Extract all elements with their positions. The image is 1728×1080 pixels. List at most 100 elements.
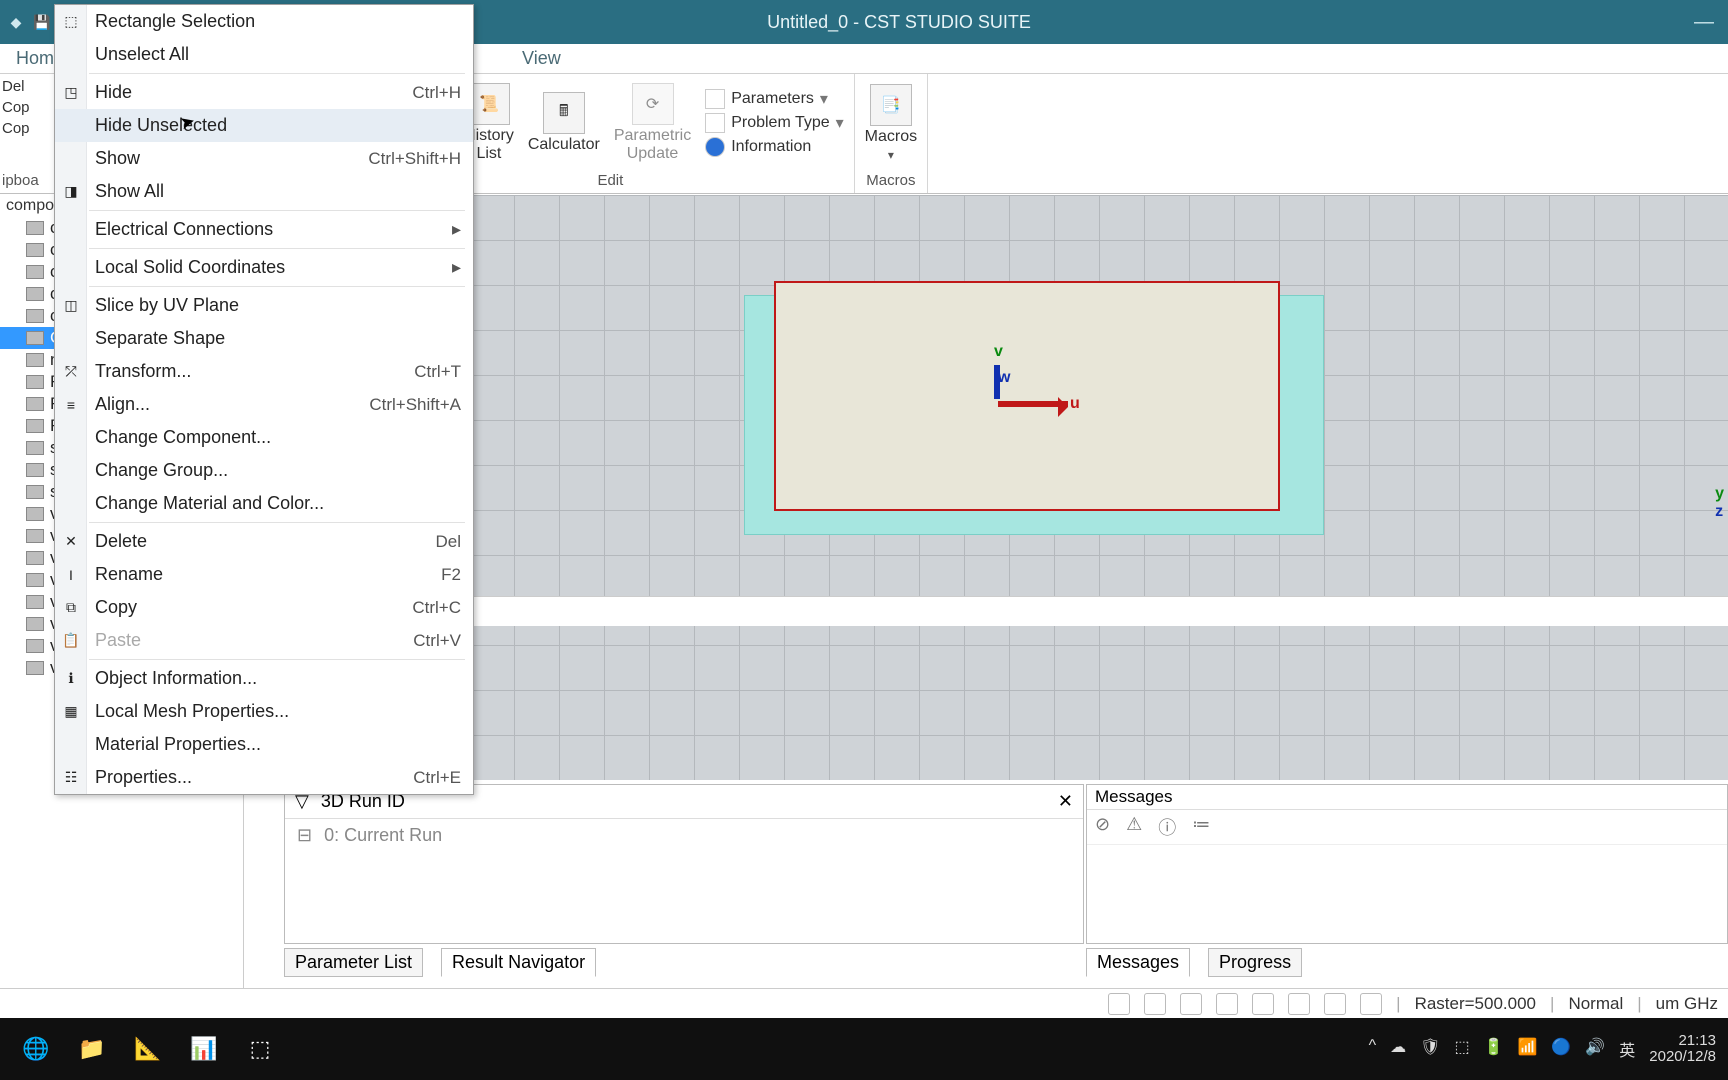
tray-icon[interactable]: ^ bbox=[1369, 1037, 1377, 1061]
menu-item-label: Hide bbox=[95, 82, 132, 103]
menu-item[interactable]: Material Properties... bbox=[55, 728, 473, 761]
menu-item[interactable]: ◫Slice by UV Plane bbox=[55, 289, 473, 322]
raster-value: Raster=500.000 bbox=[1415, 994, 1536, 1014]
snap-icon[interactable] bbox=[1288, 993, 1310, 1015]
tab-parameter-list[interactable]: Parameter List bbox=[284, 948, 423, 977]
macros-button[interactable]: 📑Macros▾ bbox=[865, 84, 917, 162]
menu-item[interactable]: ▦Local Mesh Properties... bbox=[55, 695, 473, 728]
zoom-icon[interactable] bbox=[1216, 993, 1238, 1015]
warning-filter-icon[interactable]: ⚠ bbox=[1126, 814, 1142, 840]
qat-save-icon[interactable]: 💾 bbox=[32, 12, 52, 32]
menu-item-label: Object Information... bbox=[95, 668, 257, 689]
reset-view-icon[interactable] bbox=[1252, 993, 1274, 1015]
cube-icon bbox=[26, 331, 44, 345]
calculator-icon: 🖩 bbox=[543, 92, 585, 134]
copy-label[interactable]: Cop bbox=[2, 99, 52, 116]
menu-item[interactable]: Electrical Connections ▸ bbox=[55, 213, 473, 246]
menu-item-icon: ◨ bbox=[61, 182, 81, 202]
tray-icon[interactable]: 🔵 bbox=[1551, 1037, 1571, 1061]
wireframe-icon[interactable] bbox=[1324, 993, 1346, 1015]
scroll-icon[interactable]: ≔ bbox=[1192, 814, 1210, 840]
delete-label[interactable]: Del bbox=[2, 78, 52, 95]
taskbar-clock[interactable]: 21:13 2020/12/8 bbox=[1649, 1033, 1720, 1066]
menu-item[interactable]: Local Solid Coordinates▸ bbox=[55, 251, 473, 284]
context-menu: ⬚Rectangle SelectionUnselect All◳HideCtr… bbox=[54, 4, 474, 795]
menu-item[interactable]: IRenameF2 bbox=[55, 558, 473, 591]
tab-home[interactable]: Hom bbox=[16, 48, 54, 73]
clear-messages-icon[interactable]: ⊘ bbox=[1095, 814, 1110, 840]
menu-separator bbox=[89, 248, 465, 249]
taskbar-app[interactable]: 📊 bbox=[176, 1025, 232, 1073]
clock-date: 2020/12/8 bbox=[1649, 1049, 1716, 1066]
menu-item-label: Show bbox=[95, 148, 140, 169]
cube-icon bbox=[26, 617, 44, 631]
tray-icon[interactable]: 🔊 bbox=[1585, 1037, 1605, 1061]
tab-messages[interactable]: Messages bbox=[1086, 948, 1190, 977]
menu-item[interactable]: Change Material and Color... bbox=[55, 487, 473, 520]
submenu-arrow-icon: ▸ bbox=[452, 219, 461, 240]
cube-icon bbox=[26, 507, 44, 521]
problem-type-button[interactable]: Problem Type▾ bbox=[705, 113, 843, 133]
taskbar-app[interactable]: 📁 bbox=[64, 1025, 120, 1073]
tray-icon[interactable]: 🔋 bbox=[1484, 1037, 1504, 1061]
menu-item-label: Change Group... bbox=[95, 460, 228, 481]
menu-item[interactable]: Separate Shape bbox=[55, 322, 473, 355]
parametric-update-button[interactable]: ⟳Parametric Update bbox=[614, 83, 691, 163]
menu-item[interactable]: Unselect All bbox=[55, 38, 473, 71]
taskbar-app[interactable]: ⬚ bbox=[232, 1025, 288, 1073]
mode-label: Normal bbox=[1568, 994, 1623, 1014]
tray-icon[interactable]: 📶 bbox=[1517, 1037, 1537, 1061]
info-filter-icon[interactable]: ⓘ bbox=[1158, 814, 1176, 840]
menu-item-icon: I bbox=[61, 565, 81, 585]
menu-item-label: Show All bbox=[95, 181, 164, 202]
menu-item-icon: ℹ bbox=[61, 669, 81, 689]
cube-icon bbox=[26, 287, 44, 301]
menu-item[interactable]: Change Component... bbox=[55, 421, 473, 454]
zoom-fit-icon[interactable] bbox=[1108, 993, 1130, 1015]
axis-v-label: v bbox=[994, 343, 1003, 361]
rotate-icon[interactable] bbox=[1180, 993, 1202, 1015]
messages-panel: Messages ⊘ ⚠ ⓘ ≔ bbox=[1086, 784, 1728, 944]
menu-item[interactable]: ☷Properties...Ctrl+E bbox=[55, 761, 473, 794]
menu-item[interactable]: ✕DeleteDel bbox=[55, 525, 473, 558]
menu-item[interactable]: ◳HideCtrl+H bbox=[55, 76, 473, 109]
tab-result-navigator[interactable]: Result Navigator bbox=[441, 948, 596, 977]
pin-icon[interactable]: ⊟ bbox=[297, 825, 312, 846]
taskbar-app[interactable]: 🌐 bbox=[8, 1025, 64, 1073]
menu-separator bbox=[89, 522, 465, 523]
menu-item[interactable]: ◨ Show All bbox=[55, 175, 473, 208]
minimize-button[interactable]: — bbox=[1694, 11, 1714, 34]
calculator-button[interactable]: 🖩Calculator bbox=[528, 92, 600, 154]
menu-item-icon: ≡ bbox=[61, 395, 81, 415]
menu-item[interactable]: ℹ Object Information... bbox=[55, 662, 473, 695]
copy-view-label[interactable]: Cop bbox=[2, 120, 52, 137]
result-navigator-panel: ▽ 3D Run ID ✕ ⊟ 0: Current Run bbox=[284, 784, 1084, 944]
menu-item[interactable]: ⧉CopyCtrl+C bbox=[55, 591, 473, 624]
close-icon[interactable]: ✕ bbox=[1058, 791, 1073, 812]
menu-item-icon: ⤱ bbox=[61, 362, 81, 382]
solid-selected[interactable] bbox=[774, 281, 1280, 511]
taskbar-app[interactable]: 📐 bbox=[120, 1025, 176, 1073]
tray-icon[interactable]: ☁ bbox=[1390, 1037, 1406, 1061]
menu-item-label: Electrical Connections bbox=[95, 219, 273, 240]
parameters-button[interactable]: Parameters▾ bbox=[705, 89, 843, 109]
menu-item[interactable]: ≡Align...Ctrl+Shift+A bbox=[55, 388, 473, 421]
tray-icon[interactable]: 🛡 bbox=[1420, 1037, 1440, 1061]
tab-view[interactable]: View bbox=[522, 48, 561, 73]
tray-icon[interactable]: 英 bbox=[1619, 1037, 1635, 1061]
tab-progress[interactable]: Progress bbox=[1208, 948, 1302, 977]
pan-icon[interactable] bbox=[1144, 993, 1166, 1015]
information-button[interactable]: Information bbox=[705, 137, 843, 157]
tray-icon[interactable]: ⬚ bbox=[1454, 1037, 1469, 1061]
cube-icon bbox=[26, 573, 44, 587]
menu-item[interactable]: ⬚Rectangle Selection bbox=[55, 5, 473, 38]
menu-item[interactable]: ⤱Transform...Ctrl+T bbox=[55, 355, 473, 388]
box-icon[interactable] bbox=[1360, 993, 1382, 1015]
menu-item-shortcut: Ctrl+H bbox=[412, 83, 461, 103]
current-run-label[interactable]: 0: Current Run bbox=[324, 825, 442, 846]
cube-icon bbox=[26, 397, 44, 411]
menu-item[interactable]: ShowCtrl+Shift+H bbox=[55, 142, 473, 175]
menu-item[interactable]: Hide Unselected bbox=[55, 109, 473, 142]
menu-item-icon: ☷ bbox=[61, 768, 81, 788]
menu-item[interactable]: Change Group... bbox=[55, 454, 473, 487]
